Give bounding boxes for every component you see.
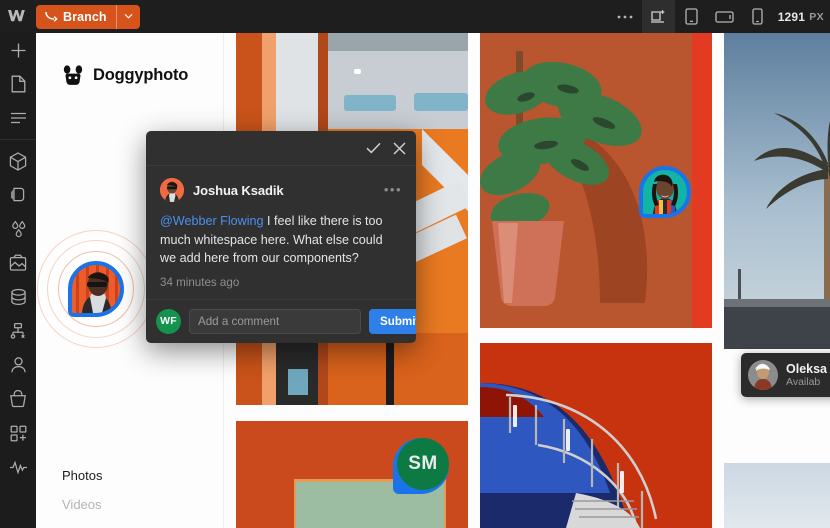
site-nav-item-renders[interactable]: Renders [62,519,202,528]
comment-popup[interactable]: Joshua Ksadik ••• @Webber Flowing I feel… [146,131,416,343]
branch-icon [36,11,63,22]
components-cube-icon[interactable] [0,144,36,178]
users-icon[interactable] [0,348,36,382]
variables-contrast-icon[interactable] [0,178,36,212]
webflow-designer-window: Branch 1291 PX Doggyphoto Photos Videos … [0,0,830,528]
comment-body: Joshua Ksadik ••• @Webber Flowing I feel… [146,166,416,299]
tablet-portrait-button[interactable] [675,0,708,33]
navigator-layers-icon[interactable] [0,101,36,135]
cms-database-icon[interactable] [0,280,36,314]
site-brand-name: Doggyphoto [93,65,189,84]
comment-author-row: Joshua Ksadik ••• [160,178,402,202]
audit-pulse-icon[interactable] [0,450,36,484]
collaborator-oleksa-name: Oleksa [786,361,828,376]
tablet-landscape-button[interactable] [708,0,741,33]
ecommerce-basket-icon[interactable] [0,382,36,416]
chevron-down-icon[interactable] [117,13,140,20]
comment-reply-bar: WF Submit [146,298,416,343]
collaborator-oleksa-text: Oleksa Availab [786,362,827,389]
photo-red-spiral-stair[interactable] [480,343,712,528]
viewport-width-unit: PX [809,10,824,23]
check-icon[interactable] [366,142,381,154]
pages-icon[interactable] [0,67,36,101]
add-elements-icon[interactable] [0,33,36,67]
comment-author-avatar [160,178,184,202]
collaborator-oleksa-card[interactable]: Oleksa Availab [741,353,830,397]
comment-header [146,131,416,166]
site-brand: Doggyphoto [62,65,188,85]
top-toolbar-right: 1291 PX [609,0,830,33]
comment-text: @Webber Flowing I feel like there is too… [160,212,402,268]
assets-image-icon[interactable] [0,246,36,280]
collaborator-oleksa-status: Availab [786,375,821,388]
rail-divider [0,139,36,140]
branch-label: Branch [63,9,107,24]
photo-palm-tree-sky[interactable] [724,33,830,349]
collaborator-oleksa-avatar [748,360,778,390]
comment-more-icon[interactable]: ••• [384,183,402,196]
comment-timestamp: 34 minutes ago [160,275,240,289]
collaborator-joshua-avatar[interactable] [68,261,124,317]
photo-pale-sky[interactable] [724,463,830,528]
viewport-width-value[interactable]: 1291 [774,10,806,24]
apps-add-icon[interactable] [0,416,36,450]
comment-mention[interactable]: @Webber Flowing [160,214,264,228]
collaborator-sm-avatar[interactable]: SM [397,438,449,490]
close-icon[interactable] [393,141,406,155]
top-toolbar: Branch 1291 PX [0,0,830,33]
comment-author-name: Joshua Ksadik [193,182,284,198]
logic-icon[interactable] [0,314,36,348]
mobile-button[interactable] [741,0,774,33]
left-toolbar [0,33,36,528]
publish-button[interactable] [641,0,675,33]
comment-submit-button[interactable]: Submit [369,308,416,334]
collaborator-woman-avatar[interactable] [639,166,691,218]
site-nav-item-photos[interactable]: Photos [62,461,202,490]
site-nav: Photos Videos Renders [62,461,202,528]
current-user-avatar: WF [156,308,181,334]
comment-input[interactable] [189,308,361,334]
site-nav-item-videos[interactable]: Videos [62,490,202,519]
style-droplets-icon[interactable] [0,212,36,246]
dog-paw-logo-icon [63,65,83,85]
branch-selector[interactable]: Branch [36,4,140,29]
more-options-button[interactable] [609,0,642,33]
webflow-logo-icon[interactable] [0,0,36,33]
